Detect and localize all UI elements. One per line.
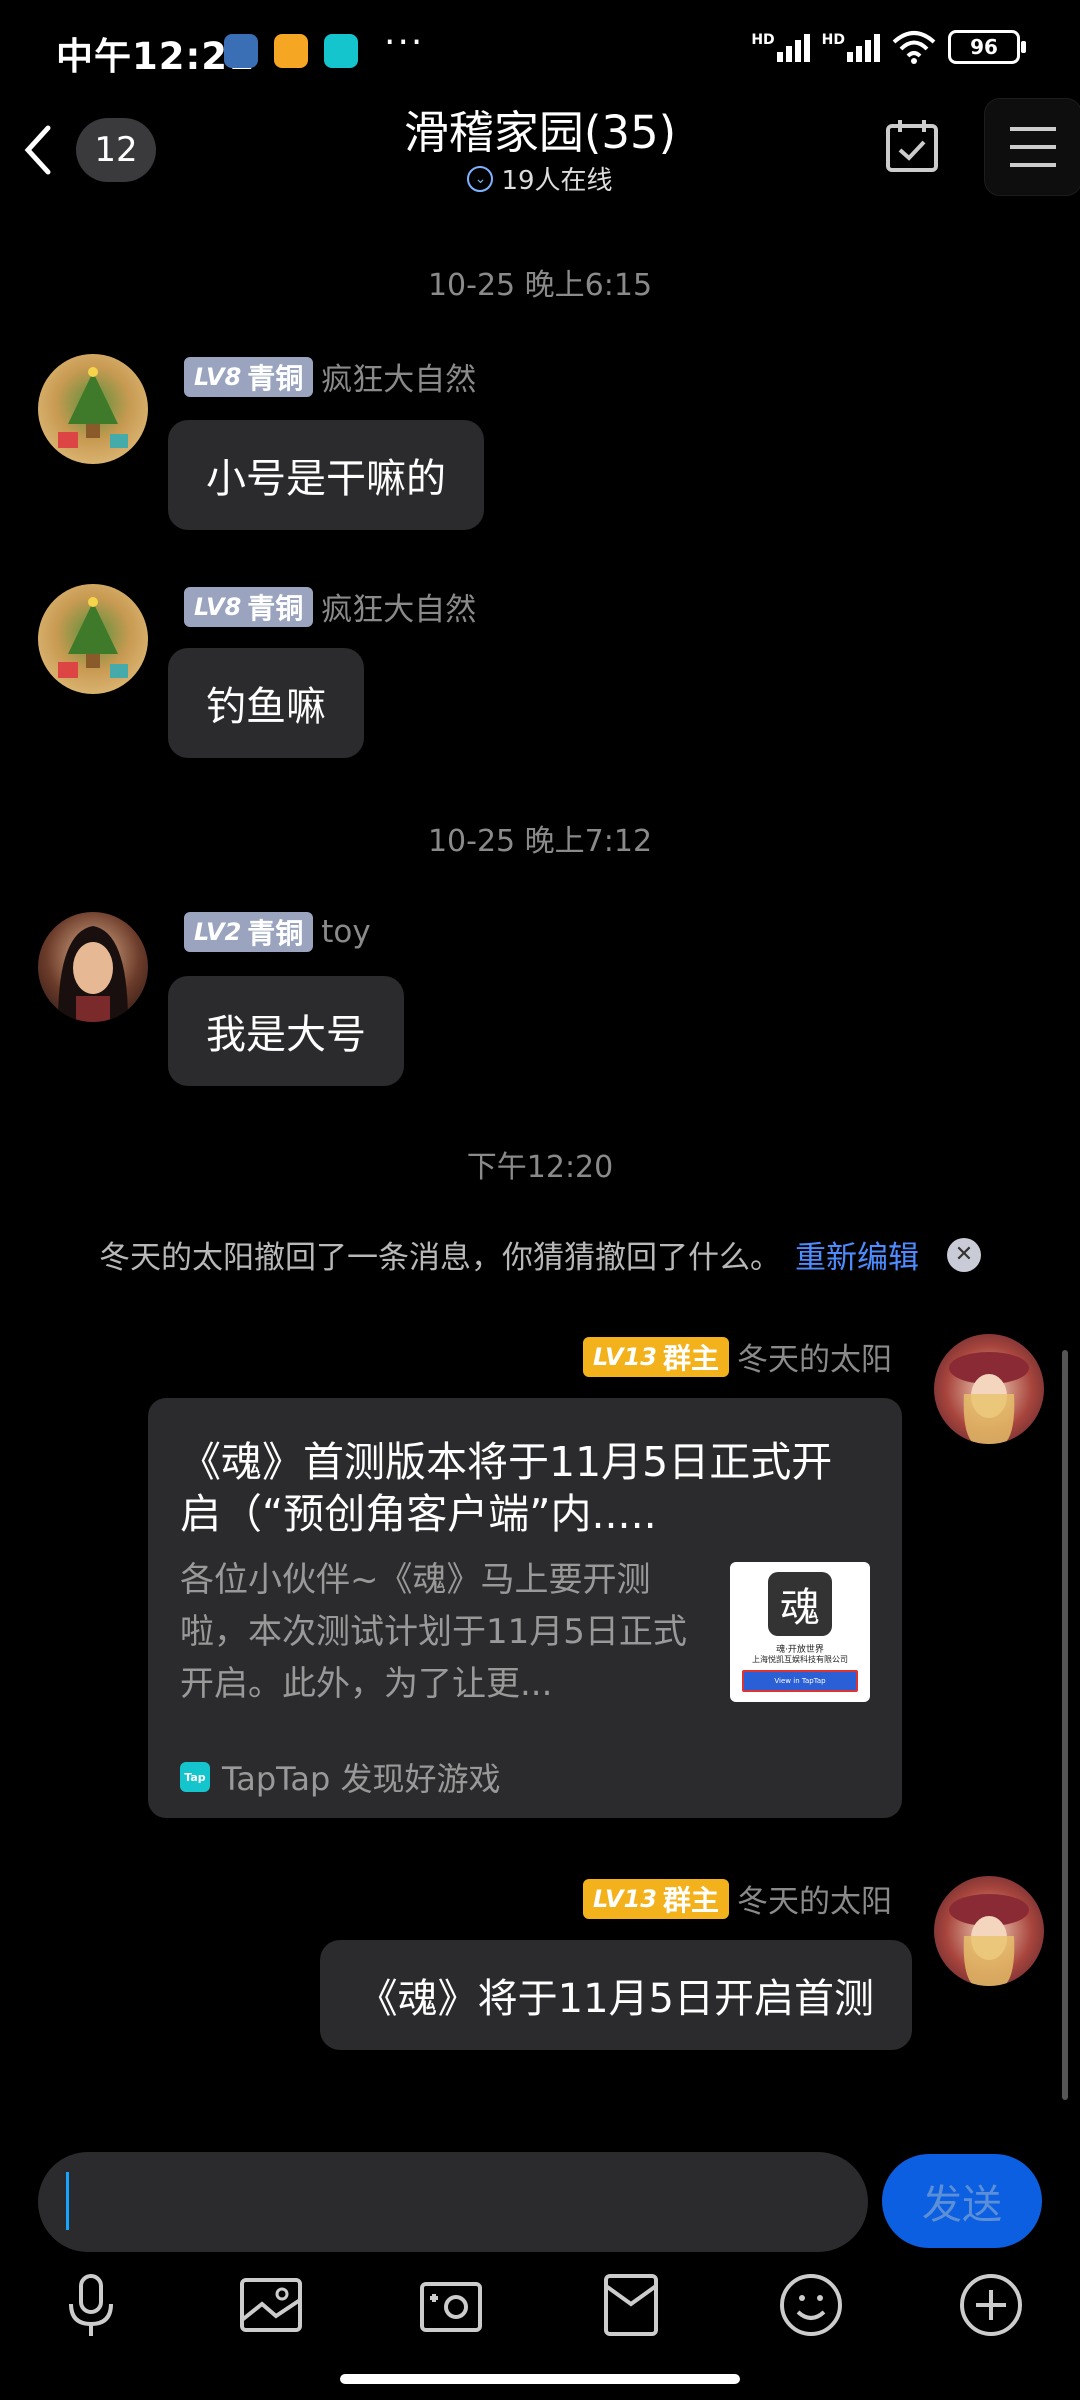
recall-text: 冬天的太阳撤回了一条消息，你猜猜撤回了什么。	[99, 1240, 781, 1276]
more-notifications-icon: ···	[384, 22, 425, 63]
app-notification-icon	[224, 34, 258, 68]
send-button[interactable]: 发送	[882, 2154, 1042, 2248]
avatar[interactable]	[934, 1334, 1044, 1444]
level: LV2	[194, 918, 242, 946]
wifi-icon	[892, 31, 936, 64]
network-label: HD	[821, 32, 845, 48]
re-edit-link[interactable]: 重新编辑	[795, 1232, 919, 1277]
message-bubble[interactable]: 钓鱼嘛	[168, 648, 364, 758]
taptap-notification-icon	[324, 34, 358, 68]
avatar[interactable]	[38, 912, 148, 1022]
timestamp: 10-25 晚上6:15	[427, 268, 653, 303]
level: LV13	[593, 1884, 657, 1913]
rank: 青铜	[247, 361, 304, 395]
message-bubble[interactable]: 《魂》将于11月5日开启首测	[319, 1940, 912, 2050]
recall-notice: 冬天的太阳撤回了一条消息，你猜猜撤回了什么。 重新编辑 ✕	[0, 1232, 1080, 1277]
sender-name[interactable]: 疯狂大自然	[321, 354, 476, 399]
portrait-icon	[58, 926, 128, 1022]
image-icon[interactable]	[236, 2270, 306, 2340]
message-meta: LV2 青铜 toy	[184, 912, 371, 952]
portrait-icon	[949, 1352, 1029, 1444]
microphone-icon[interactable]	[56, 2270, 126, 2340]
card-source-label: TapTap 发现好游戏	[222, 1760, 501, 1798]
emoji-icon[interactable]	[776, 2270, 846, 2340]
message-bubble[interactable]: 小号是干嘛的	[168, 420, 484, 530]
christmas-tree-icon	[58, 597, 128, 678]
christmas-tree-icon	[58, 367, 128, 448]
card-description: 各位小伙伴~《魂》马上要开测啦，本次测试计划于11月5日正式开启。此外，为了让更…	[180, 1560, 687, 1704]
message-meta: LV8 青铜 疯狂大自然	[184, 584, 476, 629]
timestamp: 10-25 晚上7:12	[427, 824, 653, 859]
share-card[interactable]: 《魂》首测版本将于11月5日正式开启（“预创角客户端”内..... 各位小伙伴~…	[148, 1398, 902, 1818]
rank: 群主	[662, 1883, 719, 1917]
message-meta: LV13 群主 冬天的太阳	[583, 1876, 892, 1921]
sender-name[interactable]: 冬天的太阳	[737, 1334, 892, 1379]
notes-notification-icon	[274, 34, 308, 68]
menu-icon	[1010, 127, 1056, 167]
message-bubble[interactable]: 我是大号	[168, 976, 404, 1086]
level: LV8	[194, 362, 242, 391]
level-badge: LV8 青铜	[184, 356, 314, 397]
avatar[interactable]	[38, 354, 148, 464]
calendar-check-icon[interactable]	[884, 118, 940, 174]
card-thumbnail: 魂 魂·开放世界 上海悦凯互娱科技有限公司 View in TapTap	[730, 1562, 870, 1702]
message-meta: LV13 群主 冬天的太阳	[583, 1334, 892, 1379]
home-indicator[interactable]	[340, 2374, 740, 2384]
scrollbar[interactable]	[1062, 1350, 1068, 2100]
menu-button[interactable]	[984, 98, 1080, 196]
level-badge: LV8 青铜	[184, 586, 314, 627]
message-meta: LV8 青铜 疯狂大自然	[184, 354, 476, 399]
level-badge: LV2 青铜	[184, 912, 314, 952]
rank: 青铜	[247, 591, 304, 625]
battery-level: 96	[970, 35, 998, 59]
taptap-icon: Tap	[180, 1762, 210, 1792]
rank: 青铜	[247, 917, 304, 950]
status-indicators: HD HD 96	[751, 30, 1026, 64]
avatar[interactable]	[934, 1876, 1044, 1986]
plus-icon[interactable]	[956, 2270, 1026, 2340]
signal-icon	[776, 32, 810, 62]
thumb-company: 上海悦凯互娱科技有限公司	[752, 1655, 848, 1664]
avatar[interactable]	[38, 584, 148, 694]
text-cursor	[66, 2172, 69, 2230]
level: LV13	[593, 1342, 657, 1371]
message-input[interactable]	[38, 2152, 868, 2252]
close-icon[interactable]: ✕	[947, 1237, 981, 1272]
signal-icon	[847, 32, 880, 62]
rank: 群主	[662, 1341, 719, 1375]
card-title: 《魂》首测版本将于11月5日正式开启（“预创角客户端”内.....	[180, 1438, 833, 1538]
chevron-down-icon: ⌄	[467, 165, 494, 192]
sender-name[interactable]: 冬天的太阳	[737, 1876, 892, 1921]
network-label: HD	[751, 32, 775, 48]
battery-icon: 96	[948, 30, 1026, 64]
camera-icon[interactable]	[416, 2270, 486, 2340]
sender-name[interactable]: toy	[321, 914, 370, 950]
sender-name[interactable]: 疯狂大自然	[321, 584, 476, 629]
red-packet-icon[interactable]	[596, 2270, 666, 2340]
level: LV8	[194, 592, 242, 621]
game-logo: 魂	[768, 1572, 832, 1636]
portrait-icon	[949, 1894, 1029, 1986]
owner-badge: LV13 群主	[583, 1878, 729, 1919]
card-source: Tap TapTap 发现好游戏	[180, 1754, 501, 1800]
owner-badge: LV13 群主	[583, 1336, 729, 1377]
timestamp: 下午12:20	[466, 1150, 614, 1185]
online-count: 19人在线	[501, 166, 613, 196]
thumb-button: View in TapTap	[742, 1670, 858, 1692]
